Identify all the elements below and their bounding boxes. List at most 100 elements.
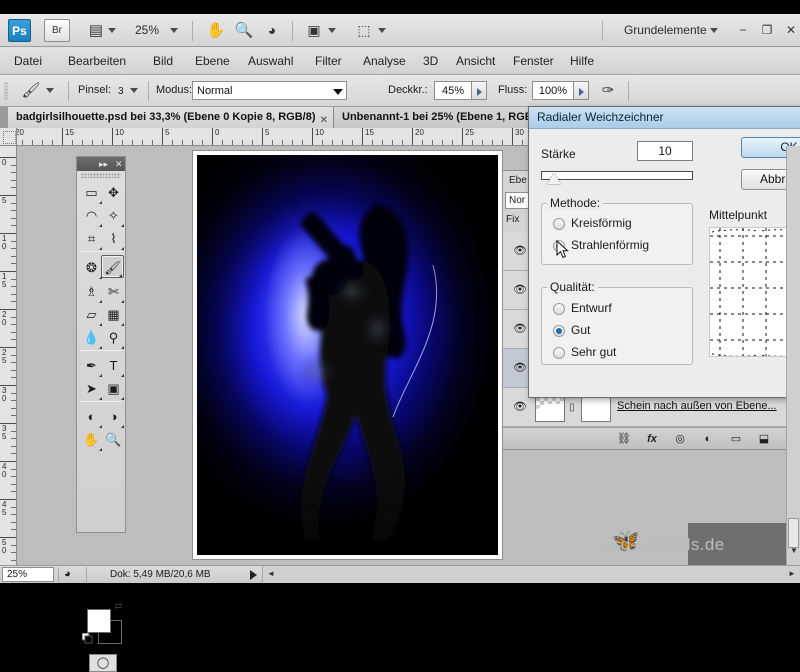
artwork-canvas[interactable]	[197, 155, 498, 555]
radio-kreisfoermig-label[interactable]: Kreisförmig	[571, 216, 632, 230]
brush-tool-icon[interactable]: 🖌	[16, 79, 46, 102]
arrange-documents-icon[interactable]: ▣	[302, 19, 326, 42]
eye-icon[interactable]: 👁	[511, 283, 529, 297]
3d-rotate-tool[interactable]: ◐	[80, 405, 103, 428]
strength-slider[interactable]	[541, 171, 693, 180]
close-icon[interactable]: ✕	[320, 111, 328, 128]
document-window[interactable]	[193, 151, 502, 559]
menu-ansicht[interactable]: Ansicht	[448, 47, 503, 75]
layer-name[interactable]: Schein nach außen von Ebene...	[617, 400, 777, 412]
scroll-left-icon[interactable]: ◄	[265, 568, 277, 581]
hand-tool[interactable]: ✋	[80, 428, 103, 451]
flow-input[interactable]: 100%	[532, 81, 574, 100]
collapse-panel-icon[interactable]: ▸▸	[99, 158, 108, 170]
view-extras-icon[interactable]: ▤	[82, 19, 110, 42]
menu-datei[interactable]: Datei	[6, 47, 50, 75]
path-selection-tool[interactable]: ➤	[80, 377, 103, 400]
brush-tool[interactable]: 🖌	[101, 255, 124, 278]
adjustment-layer-icon[interactable]: ◐	[697, 431, 719, 448]
zoom-input[interactable]: 25%	[2, 567, 54, 582]
new-layer-icon[interactable]: ⬓	[753, 431, 775, 448]
eyedropper-tool[interactable]: ⌇	[102, 227, 125, 250]
brush-preset-dropdown[interactable]	[130, 79, 138, 102]
rectangular-marquee-tool[interactable]: ▭	[80, 181, 103, 204]
history-brush-tool[interactable]: ✄	[102, 280, 125, 303]
crop-tool[interactable]: ⌗	[80, 227, 103, 250]
link-icon[interactable]: ▯	[569, 402, 575, 413]
rotate-view-icon[interactable]: ◕	[260, 19, 284, 42]
gradient-tool[interactable]: ▦	[102, 303, 125, 326]
radio-strahlenfoermig-label[interactable]: Strahlenförmig	[571, 238, 649, 252]
scroll-right-icon[interactable]: ►	[786, 568, 798, 581]
quick-mask-icon[interactable]: ◯	[89, 654, 117, 672]
opacity-input[interactable]: 45%	[434, 81, 472, 100]
default-colors-icon[interactable]	[81, 632, 93, 644]
zoom-tool[interactable]: 🔍	[102, 428, 125, 451]
document-tab-1[interactable]: badgirlsilhouette.psd bei 33,3% (Ebene 0…	[8, 107, 334, 128]
radio-entwurf-label[interactable]: Entwurf	[571, 301, 612, 315]
radio-sehr-gut-label[interactable]: Sehr gut	[571, 345, 616, 359]
radio-entwurf[interactable]	[553, 303, 565, 315]
ruler-corner[interactable]	[0, 128, 17, 146]
lasso-tool[interactable]: ◠	[80, 204, 103, 227]
expand-arrow-icon[interactable]	[250, 570, 257, 580]
menu-auswahl[interactable]: Auswahl	[240, 47, 301, 75]
add-layer-mask-icon[interactable]: ◎	[669, 431, 691, 448]
eye-icon[interactable]: 👁	[511, 400, 529, 414]
color-swatches[interactable]: ⇄	[81, 601, 122, 644]
dodge-tool[interactable]: ⚲	[102, 326, 125, 349]
restore-button[interactable]: ❐	[756, 19, 778, 41]
vertical-scrollbar-thumb[interactable]	[788, 518, 799, 548]
arrange-documents-dropdown[interactable]	[328, 19, 336, 42]
opacity-stepper[interactable]	[472, 81, 487, 100]
strength-input[interactable]: 10	[637, 141, 693, 161]
eye-icon[interactable]: 👁	[511, 361, 529, 375]
hand-icon[interactable]: ✋	[204, 19, 228, 42]
menu-3d[interactable]: 3D	[415, 47, 446, 75]
link-layers-icon[interactable]: ⛓	[613, 431, 635, 448]
flow-stepper[interactable]	[574, 81, 589, 100]
vertical-ruler[interactable]: 0510152025303540455055	[0, 146, 17, 565]
menu-analyse[interactable]: Analyse	[355, 47, 414, 75]
eraser-tool[interactable]: ▱	[80, 303, 103, 326]
radio-sehr-gut[interactable]	[553, 347, 565, 359]
new-group-icon[interactable]: ▭	[725, 431, 747, 448]
pen-tool[interactable]: ✒	[80, 354, 103, 377]
radio-gut[interactable]	[553, 325, 565, 337]
foreground-color-swatch[interactable]	[87, 609, 111, 633]
horizontal-scrollbar[interactable]: ◄ ►	[262, 566, 800, 583]
airbrush-icon[interactable]: ✑	[594, 79, 622, 102]
close-button[interactable]: ✕	[780, 19, 800, 41]
spot-healing-brush-tool[interactable]: ❂	[80, 256, 103, 279]
vertical-scrollbar[interactable]: ▲ ▼	[786, 146, 800, 565]
move-tool[interactable]: ✥	[102, 181, 125, 204]
bridge-button[interactable]: Br	[44, 19, 70, 42]
view-extras-dropdown[interactable]	[108, 19, 116, 42]
radio-kreisfoermig[interactable]	[553, 218, 565, 230]
brush-size-value[interactable]: 3	[118, 86, 124, 97]
screen-mode-icon[interactable]: ⬚	[352, 19, 376, 42]
layer-style-fx-icon[interactable]: fx	[641, 431, 663, 448]
clone-stamp-tool[interactable]: ♗	[80, 280, 103, 303]
tools-panel-header[interactable]: ▸▸ ✕	[77, 157, 125, 171]
menu-ebene[interactable]: Ebene	[187, 47, 238, 75]
tools-panel-grip[interactable]	[81, 173, 121, 178]
zoom-level-dropdown[interactable]	[170, 19, 178, 42]
menu-bearbeiten[interactable]: Bearbeiten	[60, 47, 134, 75]
quick-selection-tool[interactable]: ✧	[102, 204, 125, 227]
menu-filter[interactable]: Filter	[307, 47, 350, 75]
radio-gut-label[interactable]: Gut	[571, 323, 590, 337]
options-bar-grip[interactable]	[4, 82, 8, 100]
type-tool[interactable]: T	[102, 354, 125, 377]
screen-mode-dropdown[interactable]	[378, 19, 386, 42]
eye-icon[interactable]: 👁	[511, 322, 529, 336]
workspace-selector[interactable]: Grundelemente	[624, 19, 718, 42]
minimize-button[interactable]: −	[732, 19, 754, 41]
swap-colors-icon[interactable]: ⇄	[114, 601, 122, 612]
magnifier-icon[interactable]: 🔍	[232, 19, 256, 42]
preview-thumbnail-icon[interactable]: ◕	[64, 568, 71, 580]
blur-tool[interactable]: 💧	[80, 326, 103, 349]
menu-fenster[interactable]: Fenster	[505, 47, 562, 75]
menu-hilfe[interactable]: Hilfe	[562, 47, 602, 75]
menu-bild[interactable]: Bild	[145, 47, 181, 75]
